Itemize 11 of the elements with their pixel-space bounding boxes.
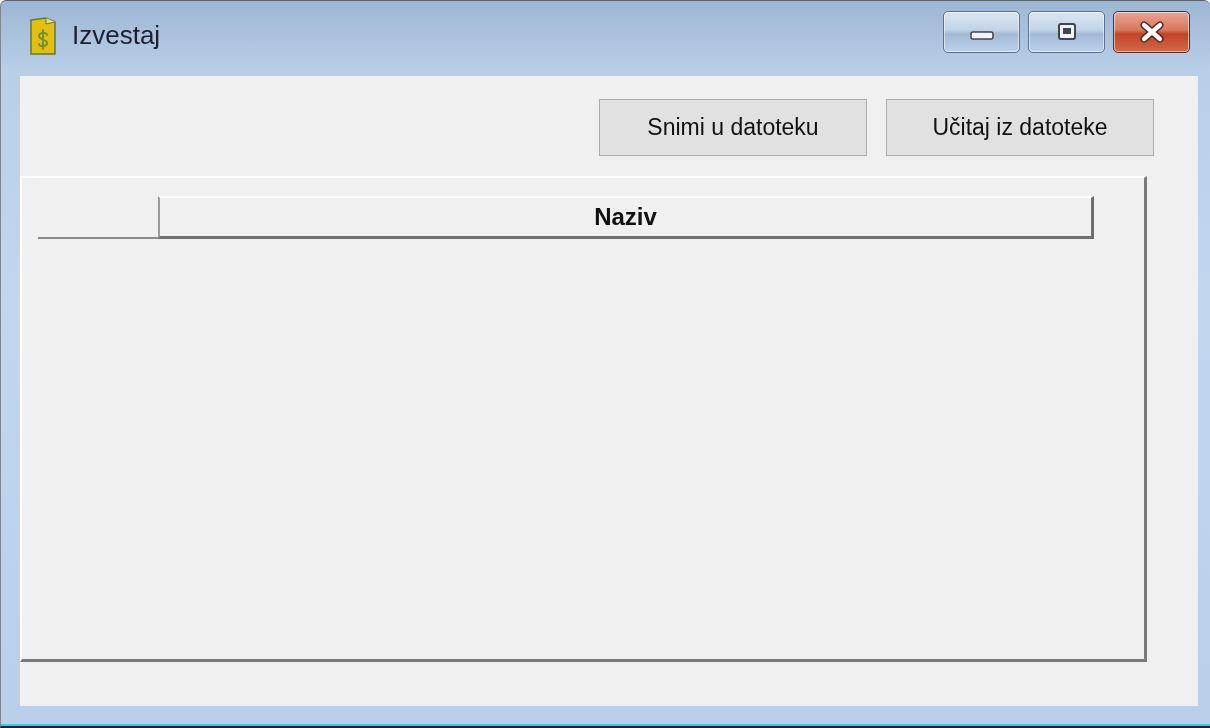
maximize-icon: [1057, 23, 1076, 40]
close-icon: [1139, 20, 1164, 43]
minimize-icon: [969, 31, 994, 40]
close-button[interactable]: [1113, 10, 1190, 53]
toolbar-button[interactable]: Snimi u datoteku: [599, 99, 867, 156]
dollar-document-icon: [30, 16, 56, 55]
column-header[interactable]: Naziv: [158, 196, 1094, 239]
maximize-button[interactable]: [1028, 10, 1105, 53]
minimize-button[interactable]: [943, 10, 1020, 53]
toolbar-button[interactable]: Učitaj iz datoteke: [886, 99, 1154, 156]
window-title: Izvestaj: [72, 20, 161, 51]
